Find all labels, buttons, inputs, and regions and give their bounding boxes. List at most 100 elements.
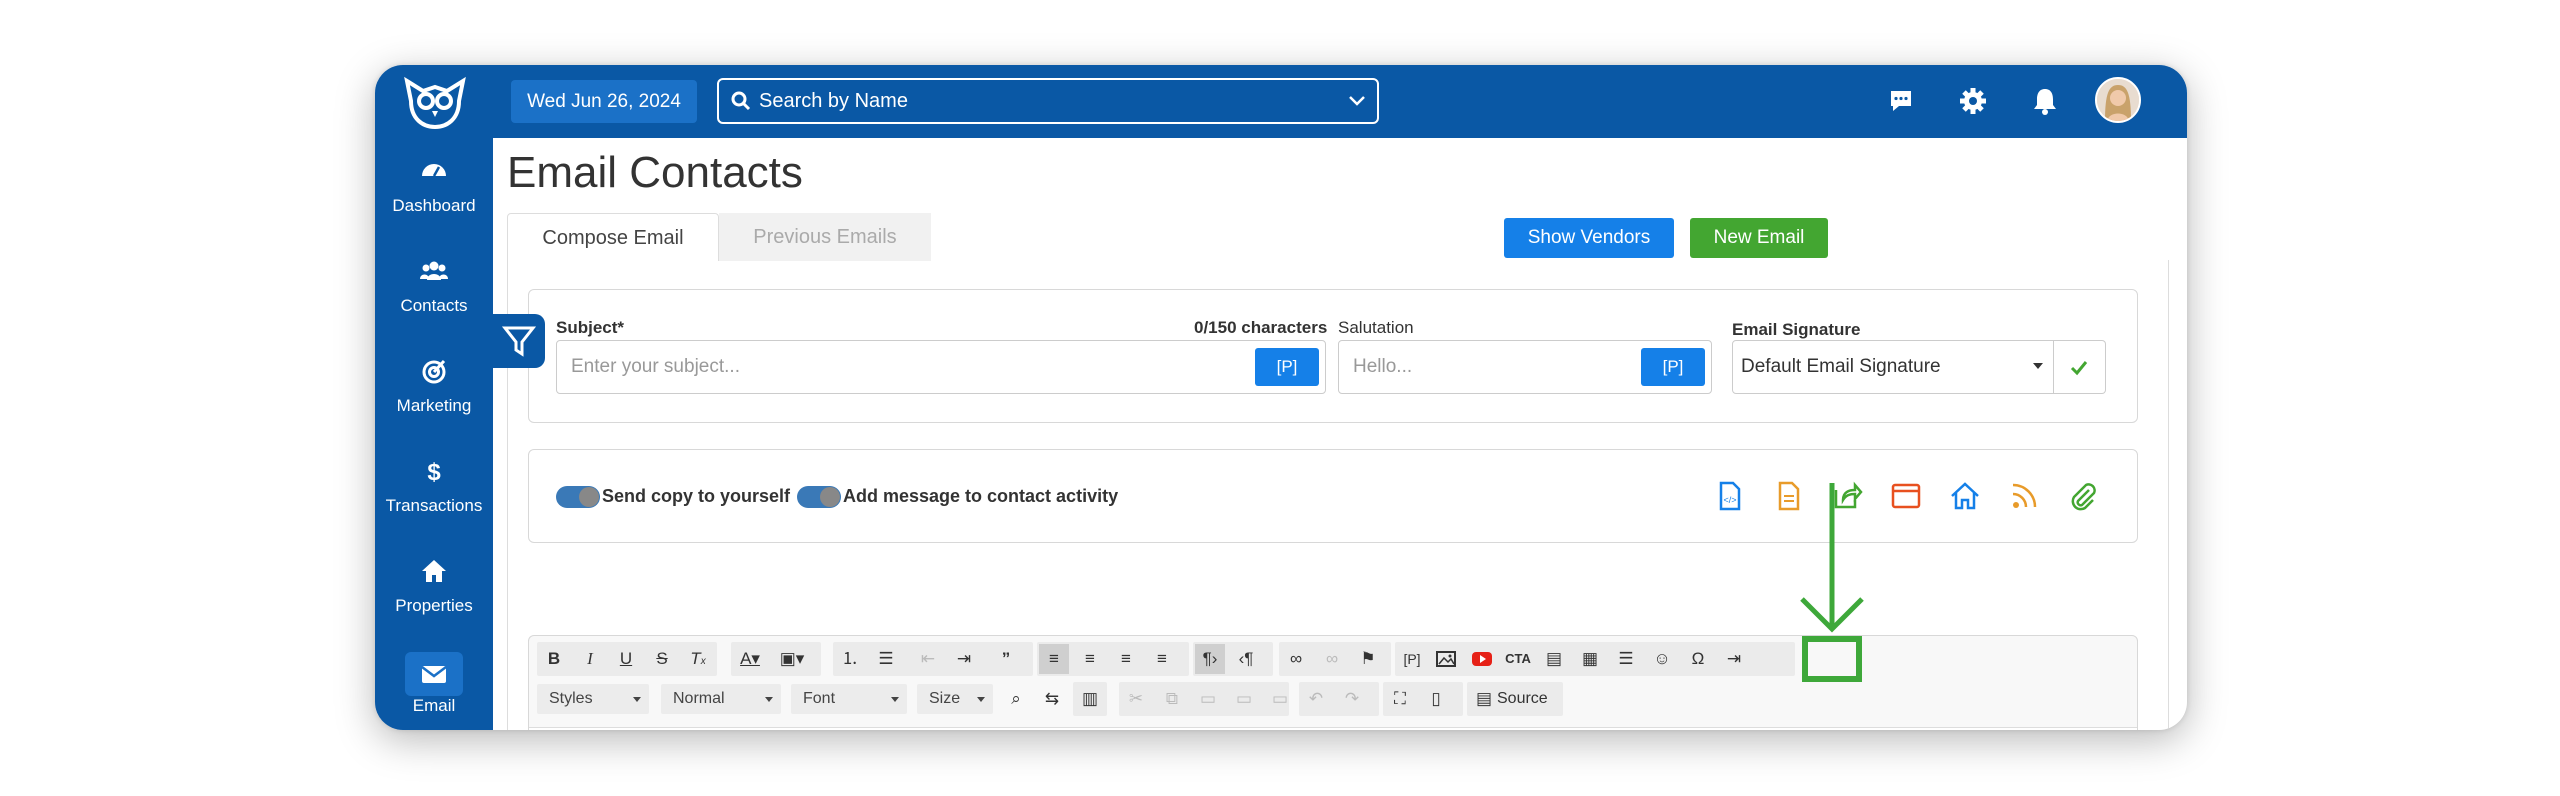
filter-icon [501,326,537,357]
signature-label: Email Signature [1732,320,1861,339]
signature-select[interactable]: Default Email Signature [1732,340,2054,394]
add-activity-toggle[interactable] [797,486,841,508]
size-select-label: Size [929,690,961,707]
user-avatar[interactable] [2095,77,2141,123]
ltr-button[interactable]: ¶› [1195,644,1225,674]
page-break-icon[interactable]: ⇥ [1719,644,1749,674]
caret-down-icon [2033,363,2043,369]
bold-button[interactable]: B [539,644,569,674]
preview-icon[interactable]: ▯ [1421,684,1451,714]
sidebar-item-contacts[interactable]: Contacts [375,248,493,340]
app-window: Wed Jun 26, 2024 Search by Name Dashboar… [375,65,2187,730]
numbered-list-button[interactable]: ⒈ [835,644,865,674]
align-right-button[interactable]: ≡ [1111,644,1141,674]
dashboard-icon [422,164,446,177]
bulleted-list-button[interactable]: ☰ [871,644,901,674]
increase-indent-button[interactable]: ⇥ [949,644,979,674]
new-email-button[interactable]: New Email [1690,218,1828,258]
paste-icon[interactable]: ▭ [1193,684,1223,714]
undo-icon[interactable]: ↶ [1301,684,1331,714]
find-icon[interactable]: ⌕ [1001,684,1031,714]
format-select[interactable]: Normal [661,684,781,714]
subject-char-count: 0/150 characters [1194,318,1328,337]
strikethrough-button[interactable]: S [647,644,677,674]
chat-icon[interactable] [1885,85,1917,117]
maximize-icon[interactable]: ⛶ [1385,684,1415,714]
sidebar-label-email: Email [412,696,456,715]
source-icon: ▤ [1475,689,1493,708]
rss-icon[interactable] [2008,480,2040,512]
replace-icon[interactable]: ⇆ [1037,684,1067,714]
dollar-icon: $ [427,459,441,486]
send-copy-toggle[interactable] [556,486,600,508]
avatar-image [2097,79,2139,121]
sidebar-label-contacts: Contacts [400,296,468,315]
envelope-icon [421,666,447,683]
horizontal-rule-icon[interactable]: ☰ [1611,644,1641,674]
paperclip-icon[interactable] [2067,480,2099,512]
svg-text:$: $ [427,459,441,486]
sidebar-item-properties[interactable]: Properties [375,548,493,640]
link-icon[interactable]: ∞ [1281,644,1311,674]
contacts-icon [420,261,448,280]
align-left-button[interactable]: ≡ [1039,644,1069,674]
sidebar-label-marketing: Marketing [396,396,472,415]
tab-previous-emails[interactable]: Previous Emails [719,213,931,261]
youtube-icon[interactable] [1467,644,1497,674]
smiley-icon[interactable]: ☺ [1647,644,1677,674]
template-icon[interactable]: ▤ [1539,644,1569,674]
sidebar-item-email[interactable]: Email [375,648,493,730]
sidebar-item-marketing[interactable]: Marketing [375,348,493,440]
text-color-button[interactable]: A▾ [735,644,765,674]
italic-button[interactable]: I [575,644,605,674]
filter-button[interactable] [493,314,545,368]
size-select[interactable]: Size [917,684,993,714]
browser-window-icon[interactable] [1890,480,1922,512]
special-character-icon[interactable]: Ω [1683,644,1713,674]
font-select-label: Font [803,690,836,707]
underline-button[interactable]: U [611,644,641,674]
align-center-button[interactable]: ≡ [1075,644,1105,674]
unlink-icon[interactable]: ∞ [1317,644,1347,674]
blockquote-button[interactable]: ” [991,644,1021,674]
salutation-input[interactable]: Hello... [P] [1338,340,1712,394]
insert-placeholder-button[interactable]: [P] [1397,644,1427,674]
html-file-icon[interactable]: </> [1713,480,1745,512]
gear-icon[interactable] [1957,85,1989,117]
table-icon[interactable]: ▦ [1575,644,1605,674]
date-button[interactable]: Wed Jun 26, 2024 [511,80,697,123]
subject-placeholder-button[interactable]: [P] [1255,348,1319,386]
font-select[interactable]: Font [791,684,907,714]
tab-compose-email[interactable]: Compose Email [507,213,719,261]
background-color-button[interactable]: ▣▾ [777,644,807,674]
select-all-icon[interactable]: ▥ [1075,684,1105,714]
subject-placeholder: Enter your subject... [571,356,740,377]
apply-signature-button[interactable] [2054,340,2106,394]
sidebar-item-dashboard[interactable]: Dashboard [375,148,493,240]
cta-button-icon[interactable]: CTA [1503,644,1533,674]
copy-icon[interactable]: ⧉ [1157,684,1187,714]
paste-text-icon[interactable]: ▭ [1229,684,1259,714]
subject-input[interactable]: Enter your subject... [P] [556,340,1326,394]
salutation-placeholder-button[interactable]: [P] [1641,348,1705,386]
redo-icon[interactable]: ↷ [1337,684,1367,714]
sidebar-item-transactions[interactable]: $ Transactions [375,448,493,540]
remove-format-button[interactable]: Tx [683,644,713,674]
decrease-indent-button[interactable]: ⇤ [913,644,943,674]
owl-logo[interactable] [395,71,475,131]
home-icon[interactable] [1949,480,1981,512]
paste-word-icon[interactable]: ▭ [1265,684,1295,714]
image-icon[interactable] [1431,644,1461,674]
chevron-down-icon [1349,96,1365,106]
anchor-flag-icon[interactable]: ⚑ [1353,644,1383,674]
cut-icon[interactable]: ✂ [1121,684,1151,714]
bell-icon[interactable] [2029,85,2061,117]
styles-select[interactable]: Styles [537,684,649,714]
search-by-name-select[interactable]: Search by Name [717,78,1379,124]
rtl-button[interactable]: ‹¶ [1231,644,1261,674]
editor-body[interactable] [529,727,2137,730]
source-button[interactable]: Source [1497,684,1561,714]
show-vendors-button[interactable]: Show Vendors [1504,218,1674,258]
justify-button[interactable]: ≡ [1147,644,1177,674]
salutation-label: Salutation [1338,318,1414,337]
